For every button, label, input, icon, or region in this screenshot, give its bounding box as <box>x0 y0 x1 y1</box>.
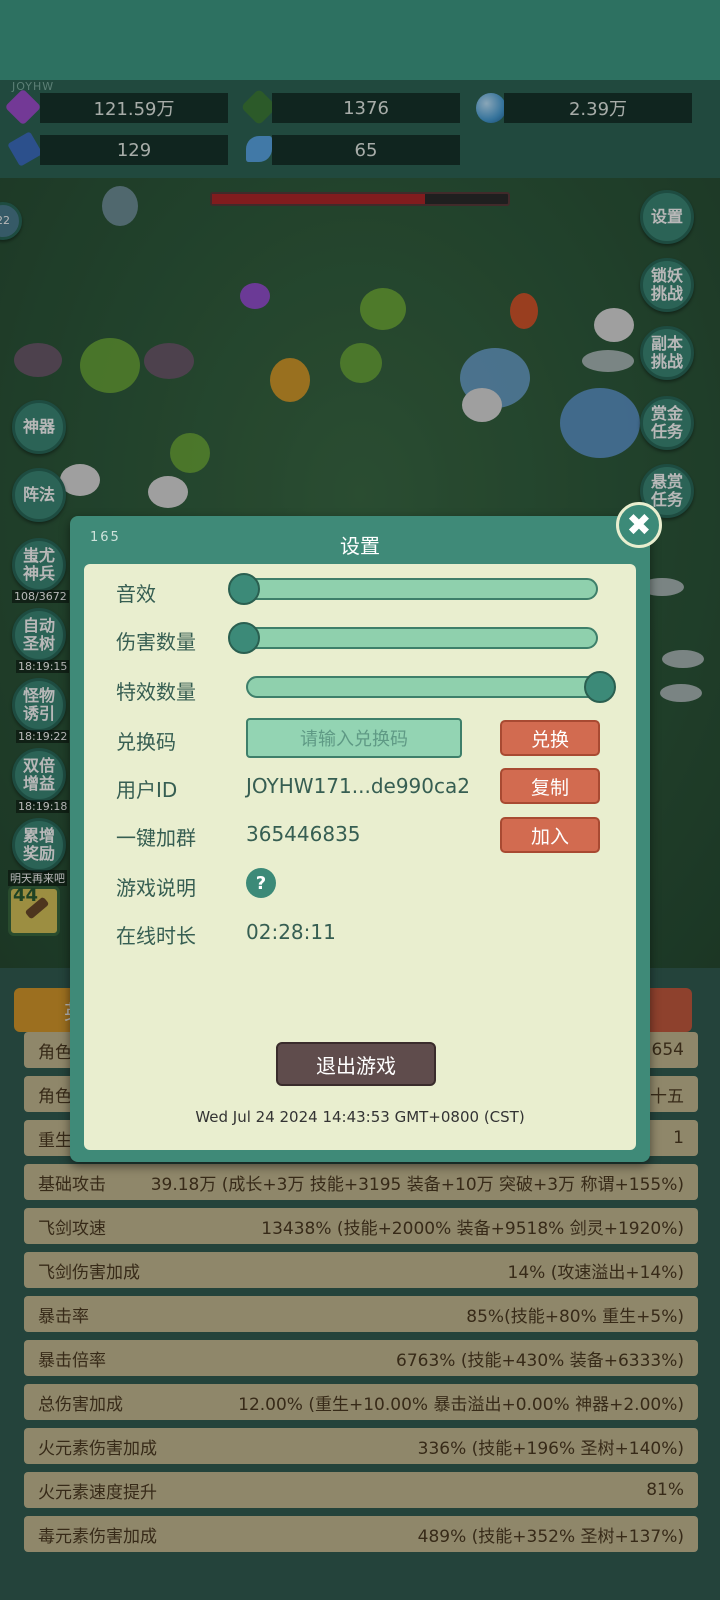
user-id-value: JOYHW171...de990ca2 <box>246 774 470 798</box>
effects-count-slider-handle[interactable] <box>584 671 616 703</box>
redeem-button-label: 兑换 <box>530 728 569 751</box>
help-glyph: ? <box>255 872 267 894</box>
exit-game-label: 退出游戏 <box>316 1053 396 1078</box>
sound-label: 音效 <box>116 582 156 606</box>
game-screen: JOYHW 121.59万 1376 2.39万 129 65 22 神器 阵法… <box>0 0 720 1600</box>
redeem-button[interactable]: 兑换 <box>500 720 600 756</box>
group-number-value: 365446835 <box>246 822 361 846</box>
sound-slider[interactable] <box>236 578 598 600</box>
dialog-title: 设置 <box>340 534 380 558</box>
online-time-value: 02:28:11 <box>246 920 336 944</box>
help-icon[interactable]: ? <box>246 868 276 898</box>
join-group-label: 一键加群 <box>116 826 196 850</box>
game-guide-label: 游戏说明 <box>116 876 196 900</box>
effects-count-label: 特效数量 <box>116 680 196 704</box>
sound-slider-handle[interactable] <box>228 573 260 605</box>
datetime-text: Wed Jul 24 2024 14:43:53 GMT+0800 (CST) <box>195 1108 525 1126</box>
close-glyph: ✖ <box>626 507 652 543</box>
join-button-label: 加入 <box>530 825 569 848</box>
copy-button[interactable]: 复制 <box>500 768 600 804</box>
redeem-code-placeholder: 请输入兑换码 <box>300 729 408 750</box>
damage-count-label: 伤害数量 <box>116 630 196 654</box>
damage-count-slider-handle[interactable] <box>228 622 260 654</box>
close-icon[interactable]: ✖ <box>616 502 662 548</box>
redeem-code-input[interactable]: 请输入兑换码 <box>246 718 462 758</box>
user-id-label: 用户ID <box>116 778 178 802</box>
online-time-label: 在线时长 <box>116 924 196 948</box>
join-button[interactable]: 加入 <box>500 817 600 853</box>
copy-button-label: 复制 <box>530 776 569 799</box>
damage-count-slider[interactable] <box>236 627 598 649</box>
redeem-code-label: 兑换码 <box>116 730 176 754</box>
effects-count-slider[interactable] <box>246 676 608 698</box>
exit-game-button[interactable]: 退出游戏 <box>276 1042 436 1086</box>
